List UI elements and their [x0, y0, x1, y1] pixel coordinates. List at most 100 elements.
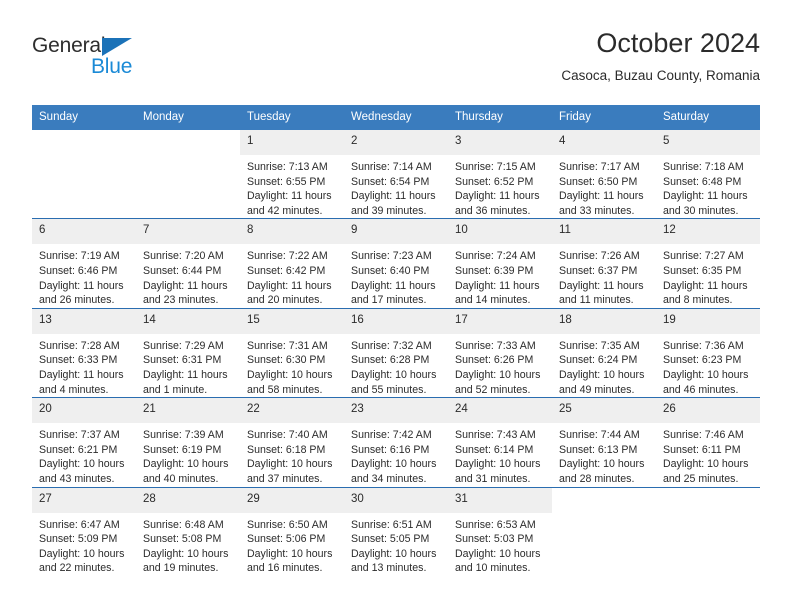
day-sun-info: Sunrise: 7:22 AM Sunset: 6:42 PM Daylight:… [240, 244, 344, 307]
day-number: 10 [448, 219, 552, 245]
daylight-duration-line1: Daylight: 11 hours [559, 190, 644, 203]
calendar-day-cell[interactable]: 21 Sunrise: 7:39 AM Sunset: 6:19 PM Dayligh… [136, 397, 240, 487]
sunrise-time: Sunrise: 7:31 AM [247, 339, 328, 352]
calendar-day-cell[interactable]: 22 Sunrise: 7:40 AM Sunset: 6:18 PM Dayligh… [240, 397, 344, 487]
calendar-day-cell[interactable]: 31 Sunrise: 6:53 AM Sunset: 5:03 PM Dayligh… [448, 486, 552, 576]
sunrise-time: Sunrise: 7:19 AM [39, 250, 120, 263]
daylight-duration-line2: and 19 minutes. [143, 562, 219, 575]
calendar-day-cell[interactable]: 5 Sunrise: 7:18 AM Sunset: 6:48 PM Daylight… [656, 130, 760, 219]
sunrise-time: Sunrise: 6:53 AM [455, 518, 536, 531]
day-number: 21 [136, 398, 240, 424]
calendar-day-cell[interactable]: 11 Sunrise: 7:26 AM Sunset: 6:37 PM Dayligh… [552, 218, 656, 309]
calendar-day-cell[interactable]: 25 Sunrise: 7:44 AM Sunset: 6:13 PM Dayligh… [552, 397, 656, 487]
sunset-time: Sunset: 6:14 PM [455, 443, 534, 456]
calendar-day-cell[interactable]: 1 Sunrise: 7:13 AM Sunset: 6:55 PM Daylight… [240, 130, 344, 219]
calendar-table: Sunday Monday Tuesday Wednesday Thursday… [32, 105, 760, 576]
day-number: 5 [656, 130, 760, 155]
sunrise-time: Sunrise: 7:29 AM [143, 339, 224, 352]
calendar-day-cell[interactable]: 17 Sunrise: 7:33 AM Sunset: 6:26 PM Dayligh… [448, 307, 552, 398]
sunset-time: Sunset: 6:35 PM [663, 264, 742, 277]
day-sun-info: Sunrise: 7:28 AM Sunset: 6:33 PM Daylight:… [32, 334, 136, 397]
calendar-day-cell[interactable]: 19 Sunrise: 7:36 AM Sunset: 6:23 PM Dayligh… [656, 307, 760, 398]
day-sun-info: Sunrise: 7:24 AM Sunset: 6:39 PM Daylight:… [448, 244, 552, 307]
sunset-time: Sunset: 6:55 PM [247, 175, 326, 188]
sunrise-time: Sunrise: 7:37 AM [39, 429, 120, 442]
daylight-duration-line2: and 8 minutes. [663, 294, 733, 307]
sunrise-time: Sunrise: 7:28 AM [39, 339, 120, 352]
calendar-day-cell[interactable]: 13 Sunrise: 7:28 AM Sunset: 6:33 PM Dayligh… [32, 307, 136, 398]
calendar-empty-cell [552, 486, 656, 576]
sunrise-time: Sunrise: 7:20 AM [143, 250, 224, 263]
sunset-time: Sunset: 6:18 PM [247, 443, 326, 456]
daylight-duration-line1: Daylight: 11 hours [351, 190, 436, 203]
day-number: 31 [448, 487, 552, 513]
calendar-day-cell[interactable]: 8 Sunrise: 7:22 AM Sunset: 6:42 PM Daylight… [240, 218, 344, 309]
sunrise-time: Sunrise: 7:14 AM [351, 161, 432, 173]
sunset-time: Sunset: 6:33 PM [39, 354, 118, 367]
sunrise-time: Sunrise: 7:33 AM [455, 339, 536, 352]
calendar-day-cell[interactable]: 2 Sunrise: 7:14 AM Sunset: 6:54 PM Daylight… [344, 130, 448, 219]
calendar-day-cell[interactable]: 4 Sunrise: 7:17 AM Sunset: 6:50 PM Daylight… [552, 130, 656, 219]
daylight-duration-line2: and 42 minutes. [247, 204, 323, 217]
sunset-time: Sunset: 5:08 PM [143, 533, 222, 546]
day-sun-info: Sunrise: 7:15 AM Sunset: 6:52 PM Daylight:… [448, 155, 552, 218]
day-number: 13 [32, 308, 136, 334]
sunrise-time: Sunrise: 7:36 AM [663, 339, 744, 352]
daylight-duration-line2: and 14 minutes. [455, 294, 531, 307]
calendar-day-cell[interactable]: 14 Sunrise: 7:29 AM Sunset: 6:31 PM Dayligh… [136, 307, 240, 398]
day-sun-info: Sunrise: 7:39 AM Sunset: 6:19 PM Daylight:… [136, 423, 240, 486]
calendar-day-cell[interactable]: 10 Sunrise: 7:24 AM Sunset: 6:39 PM Dayligh… [448, 218, 552, 309]
weekday-header-monday: Monday [136, 105, 240, 130]
sunset-time: Sunset: 6:19 PM [143, 443, 222, 456]
calendar-day-cell[interactable]: 9 Sunrise: 7:23 AM Sunset: 6:40 PM Daylight… [344, 218, 448, 309]
sunrise-time: Sunrise: 7:27 AM [663, 250, 744, 263]
daylight-duration-line2: and 49 minutes. [559, 383, 635, 396]
calendar-week-row: 13 Sunrise: 7:28 AM Sunset: 6:33 PM Dayligh… [32, 307, 760, 398]
day-sun-info: Sunrise: 7:20 AM Sunset: 6:44 PM Daylight:… [136, 244, 240, 307]
daylight-duration-line1: Daylight: 11 hours [351, 279, 436, 292]
calendar-day-cell[interactable]: 16 Sunrise: 7:32 AM Sunset: 6:28 PM Dayligh… [344, 307, 448, 398]
day-number: 20 [32, 398, 136, 424]
day-number: 2 [344, 130, 448, 155]
calendar-day-cell[interactable]: 24 Sunrise: 7:43 AM Sunset: 6:14 PM Dayligh… [448, 397, 552, 487]
sunset-time: Sunset: 6:13 PM [559, 443, 638, 456]
sunset-time: Sunset: 6:11 PM [663, 443, 741, 456]
calendar-day-cell[interactable]: 6 Sunrise: 7:19 AM Sunset: 6:46 PM Daylight… [32, 218, 136, 309]
calendar-day-cell[interactable]: 28 Sunrise: 6:48 AM Sunset: 5:08 PM Dayligh… [136, 486, 240, 576]
calendar-day-cell[interactable]: 12 Sunrise: 7:27 AM Sunset: 6:35 PM Dayligh… [656, 218, 760, 309]
calendar-day-cell[interactable]: 7 Sunrise: 7:20 AM Sunset: 6:44 PM Daylight… [136, 218, 240, 309]
daylight-duration-line1: Daylight: 10 hours [143, 547, 229, 560]
calendar-day-cell[interactable]: 30 Sunrise: 6:51 AM Sunset: 5:05 PM Dayligh… [344, 486, 448, 576]
day-sun-info: Sunrise: 7:44 AM Sunset: 6:13 PM Daylight:… [552, 423, 656, 486]
sunset-time: Sunset: 5:03 PM [455, 533, 534, 546]
generalblue-logo[interactable]: General Blue [32, 34, 192, 90]
sunset-time: Sunset: 6:21 PM [39, 443, 118, 456]
sunrise-time: Sunrise: 7:22 AM [247, 250, 328, 263]
calendar-day-cell[interactable]: 18 Sunrise: 7:35 AM Sunset: 6:24 PM Dayligh… [552, 307, 656, 398]
weekday-header-row: Sunday Monday Tuesday Wednesday Thursday… [32, 105, 760, 130]
daylight-duration-line2: and 37 minutes. [247, 472, 323, 485]
page-subtitle: Casoca, Buzau County, Romania [561, 68, 760, 83]
day-number: 14 [136, 308, 240, 334]
daylight-duration-line2: and 10 minutes. [455, 562, 531, 575]
calendar-week-row: 20 Sunrise: 7:37 AM Sunset: 6:21 PM Dayligh… [32, 397, 760, 487]
calendar-day-cell[interactable]: 20 Sunrise: 7:37 AM Sunset: 6:21 PM Dayligh… [32, 397, 136, 487]
calendar-day-cell[interactable]: 23 Sunrise: 7:42 AM Sunset: 6:16 PM Dayligh… [344, 397, 448, 487]
calendar-day-cell[interactable]: 26 Sunrise: 7:46 AM Sunset: 6:11 PM Dayligh… [656, 397, 760, 487]
daylight-duration-line1: Daylight: 10 hours [663, 368, 749, 381]
calendar-day-cell[interactable]: 3 Sunrise: 7:15 AM Sunset: 6:52 PM Daylight… [448, 130, 552, 219]
sunset-time: Sunset: 6:23 PM [663, 354, 742, 367]
calendar-day-cell[interactable]: 29 Sunrise: 6:50 AM Sunset: 5:06 PM Dayligh… [240, 486, 344, 576]
sunset-time: Sunset: 6:52 PM [455, 175, 534, 188]
day-number: 23 [344, 398, 448, 424]
sunrise-time: Sunrise: 6:50 AM [247, 518, 328, 531]
sunrise-time: Sunrise: 7:26 AM [559, 250, 640, 263]
day-number: 16 [344, 308, 448, 334]
sunrise-time: Sunrise: 7:18 AM [663, 161, 744, 173]
weekday-header-friday: Friday [552, 105, 656, 130]
daylight-duration-line1: Daylight: 10 hours [351, 458, 437, 471]
calendar-day-cell[interactable]: 15 Sunrise: 7:31 AM Sunset: 6:30 PM Dayligh… [240, 307, 344, 398]
sunset-time: Sunset: 6:31 PM [143, 354, 222, 367]
day-number: 28 [136, 487, 240, 513]
calendar-day-cell[interactable]: 27 Sunrise: 6:47 AM Sunset: 5:09 PM Dayligh… [32, 486, 136, 576]
